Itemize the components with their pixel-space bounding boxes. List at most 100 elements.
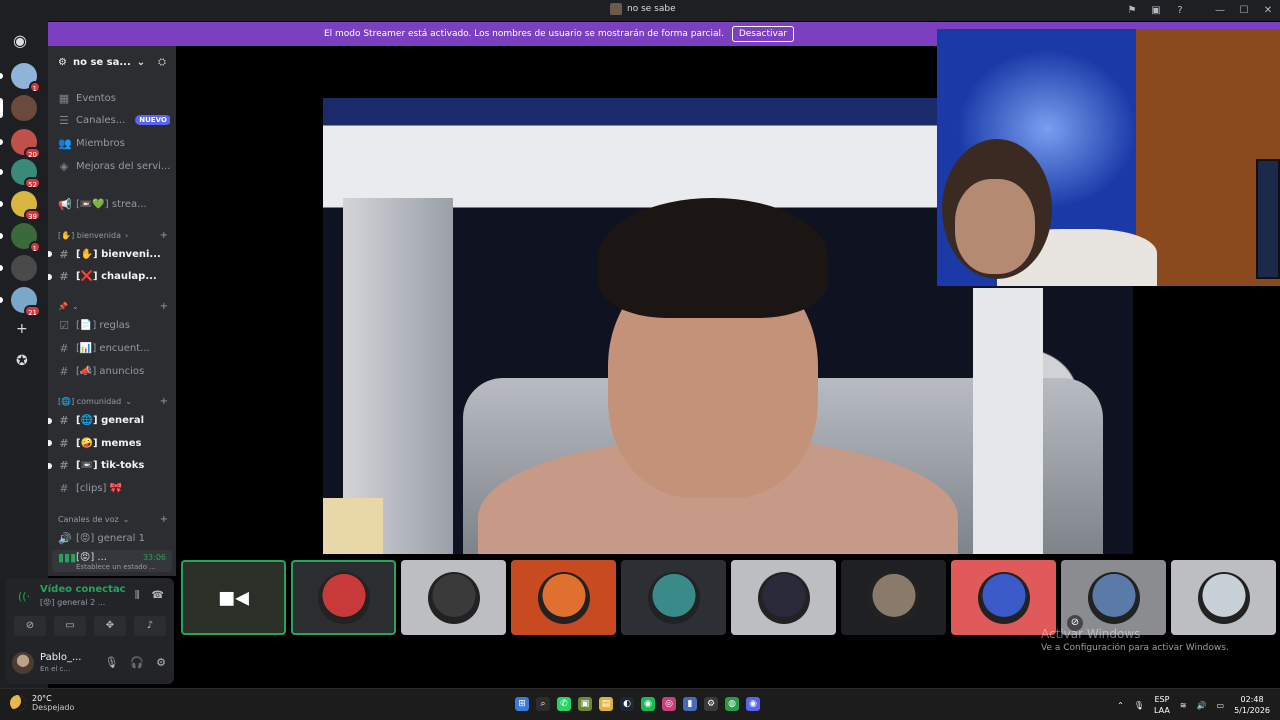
channel-bienvenida[interactable]: # [✋] bienveni...: [58, 245, 170, 263]
taskbar-apps: ⊞ ⌕ ✆ ▣ ▤ ◐ ◉ ◎ ▮ ⚙ ◍ ◉: [515, 697, 760, 711]
tray-overflow-icon[interactable]: ⌃: [1117, 701, 1124, 710]
settings-gear-icon[interactable]: ⚙: [156, 656, 166, 669]
create-channel-icon[interactable]: +: [160, 396, 168, 407]
create-channel-icon[interactable]: +: [160, 230, 168, 241]
camera-off-icon[interactable]: ⊘: [14, 616, 46, 636]
discord-taskbar-icon[interactable]: ◉: [746, 697, 760, 711]
server-icon[interactable]: 39: [11, 191, 41, 221]
category-bienvenida[interactable]: [✋] bienvenida › +: [58, 228, 168, 242]
hashtag-icon: #: [59, 341, 69, 355]
participant-tile[interactable]: [841, 560, 946, 635]
username[interactable]: Pablo_...: [40, 652, 82, 663]
whatsapp-icon[interactable]: ✆: [557, 697, 571, 711]
voice-action-buttons: ⊘ ▭ ✥ ♪: [14, 616, 166, 636]
start-icon[interactable]: ⊞: [515, 697, 529, 711]
spotify-icon[interactable]: ◉: [641, 697, 655, 711]
guild-header[interactable]: ⚙ no se sa... ⌄ ⛭: [48, 46, 176, 78]
add-server-icon[interactable]: +: [16, 321, 28, 337]
participant-tile[interactable]: [511, 560, 616, 635]
participant-tile[interactable]: [621, 560, 726, 635]
windows-activation-title: Activar Windows: [1041, 627, 1141, 641]
category-voz[interactable]: Canales de voz ⌄ +: [58, 512, 168, 526]
app-icon[interactable]: ▮: [683, 697, 697, 711]
microphone-icon[interactable]: 🎙: [104, 656, 118, 669]
category-pinned[interactable]: 📌 ⌄ +: [58, 299, 168, 313]
weather-widget[interactable]: 20°C Despejado: [10, 694, 74, 712]
server-icon[interactable]: [11, 95, 37, 121]
sidebar-item-eventos[interactable]: ▦ Eventos: [58, 89, 170, 107]
voice-channel-general-1[interactable]: 🔊 [😡] general 1: [58, 529, 170, 547]
participant-tile[interactable]: [951, 560, 1056, 635]
self-view-video[interactable]: [937, 29, 1280, 286]
close-button[interactable]: ✕: [1256, 5, 1280, 16]
channel-chaulap[interactable]: # [❌] chaulap...: [58, 267, 170, 285]
channel-encuestas[interactable]: # [📊] encuent...: [58, 339, 170, 357]
server-icon[interactable]: 20: [11, 129, 41, 159]
pip-face: [955, 179, 1035, 274]
screen-share-icon[interactable]: ▭: [54, 616, 86, 636]
participant-tile[interactable]: [291, 560, 396, 635]
steam-icon[interactable]: ◐: [620, 697, 634, 711]
deactivate-button[interactable]: Desactivar: [731, 26, 795, 42]
sidebar-item-miembros[interactable]: 👥 Miembros: [58, 134, 170, 152]
server-icon[interactable]: 1: [11, 63, 41, 93]
settings-icon[interactable]: ⚙: [704, 697, 718, 711]
participant-tile[interactable]: ■◀: [181, 560, 286, 635]
channel-clips[interactable]: # [clips] 🎀: [58, 479, 170, 497]
explore-servers-icon[interactable]: ✪: [16, 353, 28, 369]
voice-connection-channel[interactable]: [😡] general 2 ...: [40, 598, 105, 607]
soundboard-icon[interactable]: ♪: [134, 616, 166, 636]
participant-tile[interactable]: ⊘: [1061, 560, 1166, 635]
voice-channel-active[interactable]: ▮▮▮ [😡] ... 33:06 Establece un estado ..…: [52, 550, 172, 572]
channel-tiktoks[interactable]: # [📼] tik-toks: [58, 456, 170, 474]
participant-avatar: [1197, 571, 1250, 624]
monitor-icon[interactable]: ▣: [1144, 5, 1168, 16]
minimize-button[interactable]: —: [1208, 5, 1232, 16]
minecraft-icon[interactable]: ▣: [578, 697, 592, 711]
channel-reglas[interactable]: ☑ [📄] reglas: [58, 316, 170, 334]
clock[interactable]: 02:48 5/1/2026: [1234, 694, 1270, 716]
maximize-button[interactable]: ☐: [1232, 5, 1256, 16]
wifi-icon[interactable]: ≋: [1180, 701, 1187, 710]
avatar[interactable]: [12, 652, 34, 674]
file-explorer-icon[interactable]: ▤: [599, 697, 613, 711]
channel-memes[interactable]: # [🤪] memes: [58, 434, 170, 452]
sidebar-item-canales[interactable]: ☰ Canales... NUEVO: [58, 111, 170, 129]
server-icon[interactable]: 52: [11, 159, 41, 189]
create-channel-icon[interactable]: +: [160, 301, 168, 312]
channel-general[interactable]: # [🌐] general: [58, 411, 170, 429]
server-icon[interactable]: [11, 255, 37, 281]
voice-connection-status[interactable]: Vídeo conectac: [40, 584, 126, 595]
volume-icon[interactable]: 🔊: [1197, 701, 1207, 710]
language-indicator[interactable]: ESP LAA: [1154, 694, 1170, 716]
inbox-flag-icon[interactable]: ⚑: [1120, 5, 1144, 16]
hashtag-icon: #: [59, 413, 69, 427]
discord-home-icon[interactable]: ◉: [13, 31, 27, 50]
chrome-icon[interactable]: ◍: [725, 697, 739, 711]
help-icon[interactable]: ?: [1168, 5, 1192, 16]
voice-active-icon: ▮▮▮: [58, 550, 77, 564]
discord-window: no se sabe ⚑ ▣ ? — ☐ ✕ ◉ 1 20 52 39 1 21 + ✪ …: [0, 0, 1280, 688]
sidebar-item-mejoras[interactable]: ◈ Mejoras del servi...: [58, 157, 170, 175]
category-comunidad[interactable]: [🌐] comunidad ⌄ +: [58, 394, 168, 408]
activities-icon[interactable]: ✥: [94, 616, 126, 636]
tray-mic-icon[interactable]: 🎙: [1134, 701, 1144, 710]
participant-tile[interactable]: [731, 560, 836, 635]
invite-icon[interactable]: ⛭: [158, 57, 166, 68]
participant-tile[interactable]: [401, 560, 506, 635]
channel-anuncios[interactable]: # [📣] anuncios: [58, 362, 170, 380]
disconnect-icon[interactable]: ☎: [152, 590, 164, 601]
status-hint[interactable]: Establece un estado ...: [76, 563, 156, 571]
create-channel-icon[interactable]: +: [160, 514, 168, 525]
noise-suppression-icon[interactable]: ⫼: [135, 590, 140, 601]
server-icon[interactable]: 21: [11, 287, 41, 317]
announcement-channel[interactable]: 📢 [📼💚] strea...: [58, 195, 170, 213]
channel-label: [📣] anuncios: [76, 365, 145, 377]
server-icon[interactable]: 1: [11, 223, 41, 253]
battery-icon[interactable]: ▭: [1217, 701, 1225, 710]
hashtag-icon: #: [59, 269, 69, 283]
participant-tile[interactable]: [1171, 560, 1276, 635]
instagram-icon[interactable]: ◎: [662, 697, 676, 711]
headphones-icon[interactable]: 🎧: [130, 656, 144, 669]
search-icon[interactable]: ⌕: [536, 697, 550, 711]
